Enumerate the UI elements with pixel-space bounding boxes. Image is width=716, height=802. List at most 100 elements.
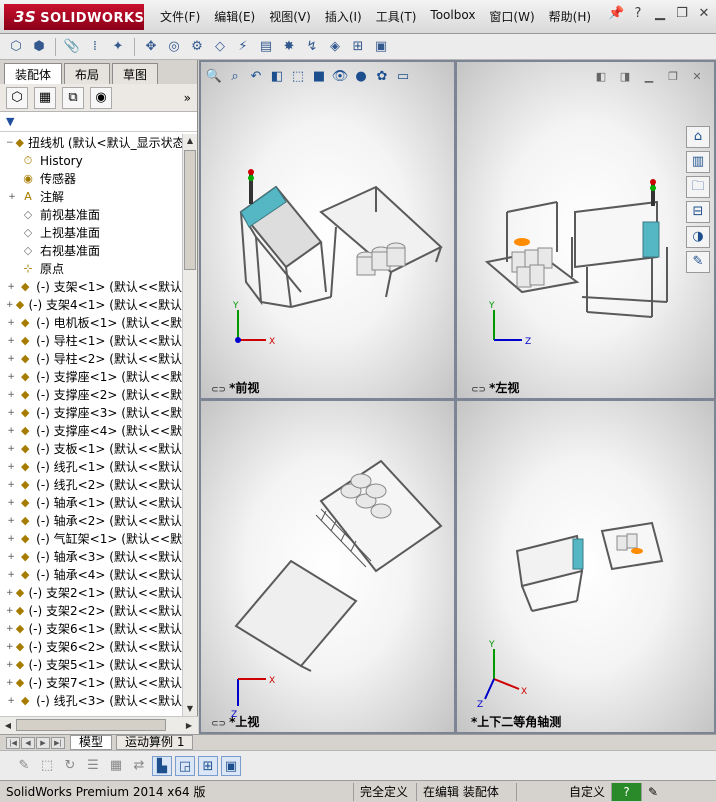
display-manager-icon[interactable]: ◉ [90,86,112,109]
previous-view-icon[interactable]: ↶ [247,68,265,86]
tree-item[interactable]: + ◆ (-) 支撑座<4> (默认<<默 [0,422,182,440]
zoom-to-fit-icon[interactable]: 🔍 [205,68,223,86]
save-view-icon[interactable]: ▣ [221,755,241,776]
expand-icon[interactable]: + [6,332,16,350]
tree-item[interactable]: + ◆ (-) 线孔<2> (默认<<默认 [0,476,182,494]
tree-item[interactable]: + ◆ (-) 轴承<4> (默认<<默认 [0,566,182,584]
tree-item[interactable]: + ◆ (-) 导柱<1> (默认<<默认 [0,332,182,350]
exploded-view-icon[interactable]: ✸ [279,37,299,57]
resources-icon[interactable]: ▥ [686,151,710,173]
scroll-thumb[interactable] [184,150,196,270]
display-style-icon[interactable]: ■ [310,68,328,86]
menu-view[interactable]: 视图(V) [262,8,318,25]
expand-icon[interactable]: + [6,692,16,710]
3d-box-icon[interactable]: ⬚ [37,756,57,776]
status-custom-units[interactable]: 自定义 [517,782,612,801]
custom-properties-icon[interactable]: ✎ [686,251,710,273]
pin-icon[interactable]: 📌 [608,6,624,22]
pencil-status-icon[interactable]: ✎ [642,783,664,801]
close-icon[interactable]: ✕ [696,6,712,22]
tree-item[interactable]: + ◆ (-) 支撑座<2> (默认<<默 [0,386,182,404]
graphics-area[interactable]: 🔍 ⌕ ↶ ◧ ⬚ ■ 👁 ● ✿ ▭ ◧ ◨ ▁ ❐ ✕ Y X ⊂⊃ *前视… [199,60,716,734]
tree-item[interactable]: ◇ 上视基准面 [0,224,182,242]
appearances-icon[interactable]: ◑ [686,226,710,248]
link-view-icon[interactable]: ⊂⊃ [471,385,486,395]
tree-horizontal-scrollbar[interactable]: ◀ ▶ [0,716,198,734]
viewport-next-icon[interactable]: ◨ [618,70,632,84]
reference-geometry-icon[interactable]: ◇ [210,37,230,57]
viewport-left[interactable]: Y Z ⌂ ▥ 🗀 ⊟ ◑ ✎ ⊂⊃ *左视 [457,62,714,398]
expand-icon[interactable]: + [6,638,14,656]
mate-icon[interactable]: 📎 [62,37,82,57]
viewport-minimize-icon[interactable]: ▁ [642,70,656,84]
edit-sketch-icon[interactable]: ✎ [14,756,34,776]
expand-icon[interactable]: + [6,404,16,422]
expand-icon[interactable]: + [6,548,16,566]
last-tab-icon[interactable]: ▶| [51,736,65,749]
move-component-icon[interactable]: ✥ [141,37,161,57]
list-icon[interactable]: ☰ [83,756,103,776]
balance-icon[interactable]: ⇄ [129,756,149,776]
expand-icon[interactable]: + [6,296,14,314]
tab-sketch[interactable]: 草图 [112,63,159,84]
snapshot-icon[interactable]: ▣ [371,37,391,57]
section-view-icon[interactable]: ◧ [268,68,286,86]
update-speedpak-icon[interactable]: ⊞ [348,37,368,57]
table-view-icon[interactable]: ⊞ [198,755,218,776]
show-hidden-icon[interactable]: ◎ [164,37,184,57]
linear-pattern-icon[interactable]: ⁞ [85,37,105,57]
smart-fasteners-icon[interactable]: ✦ [108,37,128,57]
scroll-left-icon[interactable]: ◀ [1,719,15,733]
expand-icon[interactable]: + [6,494,16,512]
folder-icon[interactable]: 🗀 [686,176,710,198]
tree-item[interactable]: + ◆ (-) 轴承<3> (默认<<默认 [0,548,182,566]
tree-item[interactable]: ◉ 传感器 [0,170,182,188]
tab-layout[interactable]: 布局 [64,63,111,84]
expand-icon[interactable]: + [6,422,16,440]
prev-tab-icon[interactable]: ◀ [21,736,35,749]
new-part-icon[interactable]: ⬢ [29,37,49,57]
expand-icon[interactable]: + [6,476,16,494]
zoom-area-icon[interactable]: ⌕ [226,68,244,86]
tree-item[interactable]: + ◆ (-) 支板<1> (默认<<默认 [0,440,182,458]
sweep-icon[interactable]: ↻ [60,756,80,776]
view-settings-icon[interactable]: ▭ [394,68,412,86]
grid-icon[interactable]: ▦ [106,756,126,776]
view-palette-icon[interactable]: ⊟ [686,201,710,223]
view-orientation-icon[interactable]: ⬚ [289,68,307,86]
scroll-down-icon[interactable]: ▼ [183,702,197,716]
feature-manager-icon[interactable]: ⬡ [6,86,28,109]
restore-icon[interactable]: ❐ [674,6,690,22]
viewport-isometric[interactable]: Y X Z *上下二等角轴测 [457,401,714,732]
apply-scene-icon[interactable]: ✿ [373,68,391,86]
menu-toolbox[interactable]: Toolbox [423,8,482,25]
expand-icon[interactable]: + [6,584,14,602]
tree-item[interactable]: + ◆ (-) 支撑座<3> (默认<<默 [0,404,182,422]
explode-line-icon[interactable]: ↯ [302,37,322,57]
tree-item[interactable]: + ◆ (-) 支架6<1> (默认<<默认 [0,620,182,638]
tree-item[interactable]: + ◆ (-) 气缸架<1> (默认<<默 [0,530,182,548]
expand-icon[interactable]: + [6,350,16,368]
filter-icon[interactable]: ▼ [6,115,14,128]
menu-edit[interactable]: 编辑(E) [207,8,262,25]
expand-icon[interactable]: + [6,440,16,458]
expand-icon[interactable]: + [6,566,16,584]
bom-icon[interactable]: ▤ [256,37,276,57]
expand-icon[interactable]: + [6,512,16,530]
help-icon[interactable]: ? [630,6,646,22]
configuration-manager-icon[interactable]: ⧉ [62,86,84,109]
collapse-icon[interactable]: − [6,134,14,152]
home-icon[interactable]: ⌂ [686,126,710,148]
scroll-right-icon[interactable]: ▶ [182,719,196,733]
next-tab-icon[interactable]: ▶ [36,736,50,749]
property-manager-icon[interactable]: ▦ [34,86,56,109]
tree-item[interactable]: ◇ 右视基准面 [0,242,182,260]
first-tab-icon[interactable]: |◀ [6,736,20,749]
expand-icon[interactable]: + [6,278,16,296]
hide-show-items-icon[interactable]: 👁 [331,68,349,86]
menu-window[interactable]: 窗口(W) [482,8,541,25]
expand-icon[interactable]: + [6,620,14,638]
filter-row[interactable]: ▼ [0,112,197,132]
expand-icon[interactable]: + [6,530,16,548]
tree-root[interactable]: − ◆ 扭线机 (默认<默认_显示状态 [0,134,182,152]
